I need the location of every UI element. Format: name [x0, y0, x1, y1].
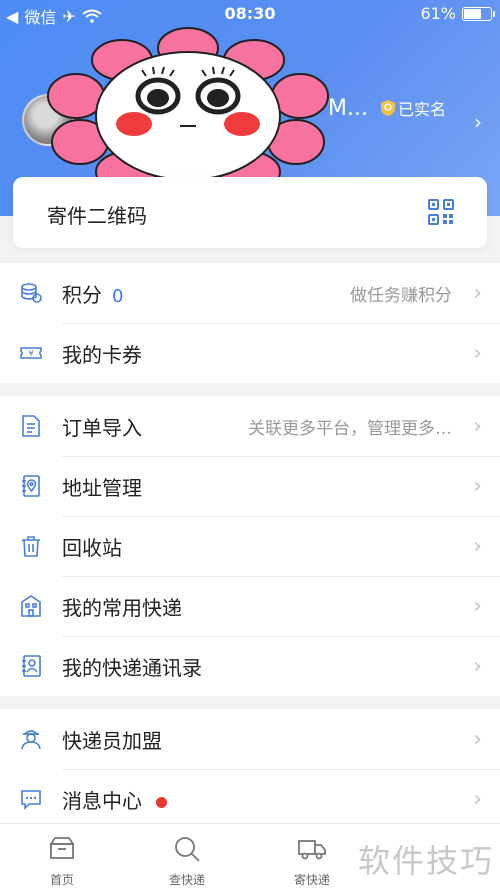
menu-item-label: 地址管理	[62, 475, 142, 500]
battery-icon	[462, 6, 495, 21]
menu-item-contacts[interactable]: 我的快递通讯录 ›	[0, 636, 500, 696]
chat-bubble-icon	[21, 790, 41, 810]
chevron-right-icon: ›	[473, 726, 482, 752]
chevron-right-icon: ›	[473, 280, 482, 306]
qr-code-icon	[428, 199, 454, 225]
menu-item-common-couriers[interactable]: 我的常用快递 ›	[0, 576, 500, 636]
menu-item-hint: 关联更多平台，管理更多…	[248, 418, 452, 439]
menu-item-messages[interactable]: 消息中心 ›	[0, 769, 500, 829]
menu-item-hint: 做任务赚积分	[350, 285, 452, 306]
tab-label: 查快递	[168, 873, 205, 887]
tab-label: 寄快递	[293, 873, 330, 887]
chevron-right-icon: ›	[473, 473, 482, 499]
section-points: 积分 0 做任务赚积分 › ¥ 我的卡券 ›	[0, 263, 500, 383]
menu-item-label: 我的常用快递	[62, 595, 182, 620]
tab-label: 首页	[49, 873, 74, 887]
home-box-icon	[49, 837, 75, 859]
verified-label: 已实名	[398, 100, 447, 119]
menu-item-address[interactable]: 地址管理 ›	[0, 456, 500, 516]
search-icon	[175, 837, 200, 862]
section-orders: 订单导入 关联更多平台，管理更多… › 地址管理 › 回收站 › 我的常用快递 …	[0, 396, 500, 696]
qr-card-title: 寄件二维码	[47, 204, 147, 228]
truck-icon	[298, 840, 326, 860]
ticket-icon: ¥	[20, 347, 42, 359]
menu-item-points[interactable]: 积分 0 做任务赚积分 ›	[0, 263, 500, 323]
battery-percent: 61%	[420, 4, 456, 23]
menu-item-label: 回收站	[62, 535, 122, 560]
chevron-right-icon: ›	[473, 786, 482, 812]
watermark-text: 软件技巧	[357, 842, 494, 880]
menu-item-label: 快递员加盟	[62, 728, 162, 753]
address-book-pin-icon	[22, 475, 40, 497]
chevron-right-icon: ›	[473, 413, 482, 439]
menu-item-coupons[interactable]: ¥ 我的卡券 ›	[0, 323, 500, 383]
menu-item-label: 我的快递通讯录	[62, 655, 202, 680]
trash-icon	[22, 536, 40, 557]
chevron-right-icon: ›	[473, 340, 482, 366]
chevron-right-icon: ›	[473, 593, 482, 619]
qr-code-card[interactable]: 寄件二维码	[13, 177, 487, 248]
menu-item-label: 积分	[62, 282, 102, 307]
chevron-right-icon: ›	[473, 653, 482, 679]
flower-sticker-image	[47, 27, 329, 194]
building-icon	[21, 595, 41, 617]
section-services: 快递员加盟 › 消息中心 ›	[0, 709, 500, 829]
courier-person-icon	[21, 730, 41, 750]
menu-item-label: 订单导入	[62, 415, 142, 440]
menu-item-label: 消息中心	[62, 788, 142, 813]
profile-chevron-right-icon[interactable]: ›	[474, 110, 482, 134]
username[interactable]: M...	[328, 96, 368, 121]
tab-home[interactable]: 首页	[12, 824, 112, 889]
menu-item-courier-join[interactable]: 快递员加盟 ›	[0, 709, 500, 769]
menu-item-order-import[interactable]: 订单导入 关联更多平台，管理更多… ›	[0, 396, 500, 456]
unread-dot	[156, 796, 167, 808]
contacts-icon	[22, 655, 41, 677]
menu-item-label: 我的卡券	[62, 342, 142, 367]
tab-send[interactable]: 寄快递	[262, 824, 362, 889]
chevron-right-icon: ›	[473, 533, 482, 559]
coins-stack-icon	[21, 283, 42, 303]
points-count: 0	[112, 285, 124, 307]
shield-icon	[381, 100, 395, 116]
document-icon	[22, 415, 40, 437]
verified-badge: 已实名	[380, 96, 446, 120]
svg-text:¥: ¥	[28, 349, 33, 358]
menu-item-recycle-bin[interactable]: 回收站 ›	[0, 516, 500, 576]
tab-track[interactable]: 查快递	[137, 824, 237, 889]
